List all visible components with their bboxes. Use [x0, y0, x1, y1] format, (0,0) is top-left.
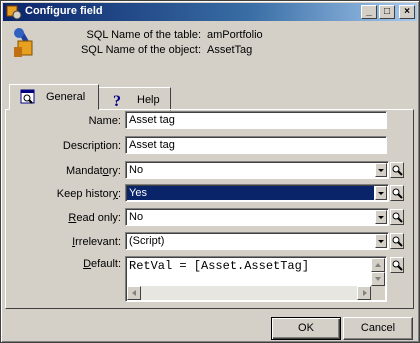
magnifier-window-icon — [20, 89, 35, 104]
window-title: Configure field — [25, 5, 103, 17]
minimize-button[interactable]: _ — [361, 5, 377, 19]
tab-help-label: Help — [137, 94, 160, 106]
maximize-button[interactable]: □ — [379, 5, 395, 19]
object-name-value: AssetTag — [207, 44, 253, 56]
ok-button[interactable]: OK — [271, 317, 341, 340]
table-name-value: amPortfolio — [207, 29, 263, 41]
tab-help[interactable]: ? Help — [98, 87, 171, 111]
question-mark-icon: ? — [113, 93, 121, 108]
general-panel — [5, 109, 414, 309]
close-button[interactable]: × — [399, 5, 415, 19]
cancel-button[interactable]: Cancel — [343, 317, 413, 340]
app-icon — [6, 5, 22, 20]
object-name-label: SQL Name of the object: — [80, 44, 201, 56]
tab-general[interactable]: General — [9, 84, 99, 110]
table-name-label: SQL Name of the table: — [86, 29, 201, 41]
title-bar[interactable]: Configure field _ □ × — [3, 3, 417, 21]
tab-general-label: General — [46, 91, 86, 103]
configure-field-dialog: Configure field _ □ × SQL Name of the ta… — [0, 0, 420, 343]
svg-text:?: ? — [113, 93, 121, 108]
